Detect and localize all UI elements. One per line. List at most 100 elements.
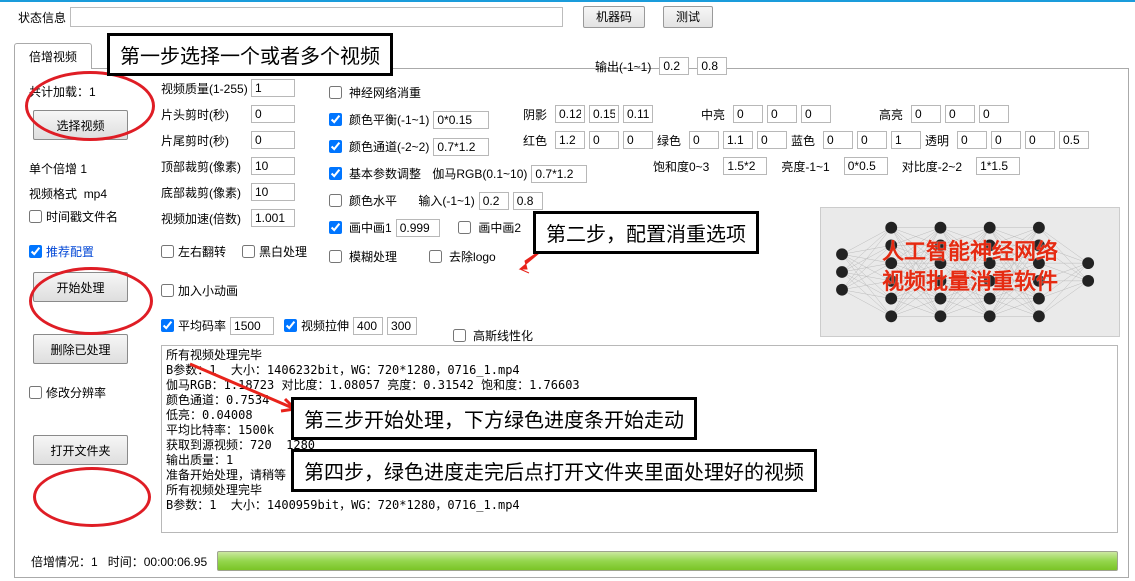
color-level-checkbox[interactable]	[329, 194, 342, 207]
top-crop-input[interactable]	[251, 157, 295, 175]
mid-2[interactable]	[801, 105, 831, 123]
a-1[interactable]	[991, 131, 1021, 149]
pip1-input[interactable]	[396, 219, 440, 237]
out-b[interactable]	[697, 57, 727, 75]
timestamp-filename-label: 时间戳文件名	[46, 208, 118, 225]
shadow-label: 阴影	[523, 106, 551, 123]
test-button[interactable]: 测试	[663, 6, 713, 28]
gauss-label: 高斯线性化	[473, 327, 533, 344]
basic-adj-checkbox[interactable]	[329, 167, 342, 180]
input-a[interactable]	[479, 192, 509, 210]
speed-input[interactable]	[251, 209, 295, 227]
progress-bar	[217, 551, 1118, 571]
shadow-2[interactable]	[623, 105, 653, 123]
delogo-label: 去除logo	[449, 248, 496, 265]
video-quality-input[interactable]	[251, 79, 295, 97]
hi-1[interactable]	[945, 105, 975, 123]
pip1-checkbox[interactable]	[329, 221, 342, 234]
nn-dedup-checkbox[interactable]	[329, 86, 342, 99]
start-process-button[interactable]: 开始处理	[33, 272, 128, 302]
color-balance-input[interactable]	[433, 111, 489, 129]
machine-code-button[interactable]: 机器码	[583, 6, 645, 28]
select-video-button[interactable]: 选择视频	[33, 110, 128, 140]
mult-status-value: 1	[91, 555, 98, 569]
g-2[interactable]	[757, 131, 787, 149]
a-0[interactable]	[957, 131, 987, 149]
a-3[interactable]	[1059, 131, 1089, 149]
b-2[interactable]	[891, 131, 921, 149]
hflip-label: 左右翻转	[178, 243, 226, 260]
hflip-checkbox[interactable]	[161, 245, 174, 258]
bw-checkbox[interactable]	[242, 245, 255, 258]
tab-multiply-video[interactable]: 倍增视频	[14, 43, 92, 69]
head-trim-label: 片头剪时(秒)	[161, 106, 247, 123]
bottom-crop-input[interactable]	[251, 183, 295, 201]
nn-dedup-label: 神经网络消重	[349, 84, 421, 101]
ring-3	[33, 467, 151, 527]
avg-bitrate-checkbox[interactable]	[161, 319, 174, 332]
sat-label: 饱和度0~3	[653, 158, 709, 175]
bottom-crop-label: 底部裁剪(像素)	[161, 184, 247, 201]
time-value: 00:00:06.95	[144, 555, 207, 569]
contrast-input[interactable]	[976, 157, 1020, 175]
sat-input[interactable]	[723, 157, 767, 175]
b-0[interactable]	[823, 131, 853, 149]
a-2[interactable]	[1025, 131, 1055, 149]
single-mult-value: 1	[80, 162, 87, 176]
color-balance-checkbox[interactable]	[329, 113, 342, 126]
anno-step3: 第三步开始处理，下方绿色进度条开始走动	[291, 397, 697, 440]
neural-network-image	[820, 207, 1120, 337]
input-range-label: 输入(-1~1)	[418, 192, 474, 209]
avg-bitrate-input[interactable]	[230, 317, 274, 335]
pip1-label: 画中画1	[349, 219, 392, 236]
anno-step2: 第二步，配置消重选项	[533, 211, 759, 254]
main-panel: 共计加载：1 选择视频 单个倍增 1 视频格式 mp4 时间戳文件名 推荐配置 …	[14, 68, 1129, 578]
bright-input[interactable]	[844, 157, 888, 175]
avg-bitrate-label: 平均码率	[178, 317, 226, 334]
gamma-input[interactable]	[531, 165, 587, 183]
status-input[interactable]	[70, 7, 563, 27]
r-1[interactable]	[589, 131, 619, 149]
out-a[interactable]	[659, 57, 689, 75]
loaded-value: 1	[89, 85, 96, 99]
input-b[interactable]	[513, 192, 543, 210]
mid-1[interactable]	[767, 105, 797, 123]
mid-0[interactable]	[733, 105, 763, 123]
tail-trim-input[interactable]	[251, 131, 295, 149]
hi-2[interactable]	[979, 105, 1009, 123]
basic-adj-label: 基本参数调整	[349, 165, 421, 182]
tail-trim-label: 片尾剪时(秒)	[161, 132, 247, 149]
b-1[interactable]	[857, 131, 887, 149]
open-folder-button[interactable]: 打开文件夹	[33, 435, 128, 465]
gamma-label: 伽马RGB(0.1~10)	[432, 165, 527, 182]
out-range-label: 输出(-1~1)	[595, 58, 651, 75]
delogo-checkbox[interactable]	[429, 250, 442, 263]
blur-checkbox[interactable]	[329, 250, 342, 263]
pip2-label: 画中画2	[478, 219, 521, 236]
r-0[interactable]	[555, 131, 585, 149]
head-trim-input[interactable]	[251, 105, 295, 123]
loaded-label: 共计加载：	[29, 85, 89, 99]
delete-processed-button[interactable]: 删除已处理	[33, 334, 128, 364]
status-label: 状态信息	[18, 9, 66, 26]
g-label: 绿色	[657, 132, 685, 149]
color-channel-input[interactable]	[433, 138, 489, 156]
hi-0[interactable]	[911, 105, 941, 123]
contrast-label: 对比度-2~2	[902, 158, 962, 175]
gauss-checkbox[interactable]	[453, 329, 466, 342]
add-anim-checkbox[interactable]	[161, 284, 174, 297]
recommend-config-label: 推荐配置	[46, 243, 94, 260]
recommend-config-checkbox[interactable]	[29, 245, 42, 258]
color-channel-checkbox[interactable]	[329, 140, 342, 153]
modify-resolution-checkbox[interactable]	[29, 386, 42, 399]
r-2[interactable]	[623, 131, 653, 149]
shadow-0[interactable]	[555, 105, 585, 123]
g-0[interactable]	[689, 131, 719, 149]
shadow-1[interactable]	[589, 105, 619, 123]
time-label: 时间：	[108, 555, 144, 569]
stretch-checkbox[interactable]	[284, 319, 297, 332]
pip2-checkbox[interactable]	[458, 221, 471, 234]
timestamp-filename-checkbox[interactable]	[29, 210, 42, 223]
single-mult-label: 单个倍增	[29, 162, 77, 176]
g-1[interactable]	[723, 131, 753, 149]
